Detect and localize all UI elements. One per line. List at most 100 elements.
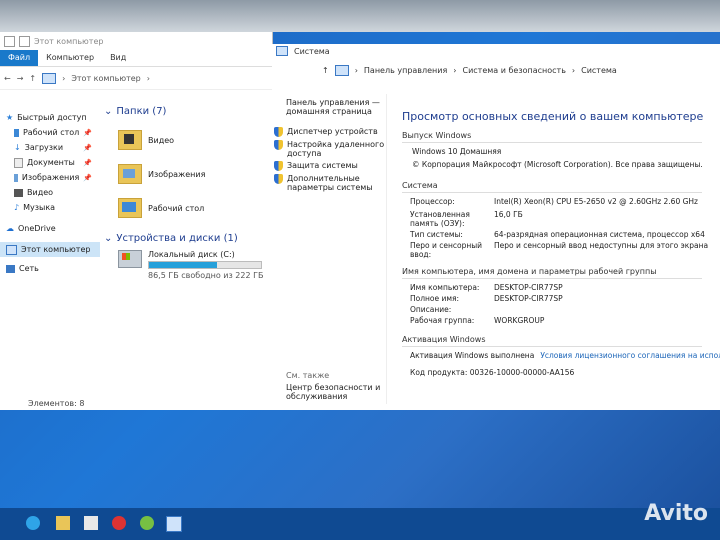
breadcrumb-system-security[interactable]: Система и безопасность: [463, 66, 566, 75]
music-icon: ♪: [14, 203, 20, 212]
address-path: Этот компьютер: [71, 73, 141, 83]
folder-images[interactable]: Изображения: [118, 157, 270, 191]
computer-name-header: Имя компьютера, имя домена и параметры р…: [402, 267, 702, 279]
info-row-full-name: Полное имя: DESKTOP-CIR77SP: [410, 294, 720, 305]
system-title: Система: [294, 46, 330, 56]
folder-desktop[interactable]: Рабочий стол: [118, 191, 270, 225]
address-chevron-icon: ›: [62, 73, 66, 83]
nav-label: Этот компьютер: [21, 245, 91, 254]
row-key: Имя компьютера:: [410, 283, 480, 292]
row-value: 16,0 ГБ: [494, 210, 523, 219]
drive-label: Локальный диск (C:): [148, 250, 235, 259]
windows-drive-icon: [118, 250, 142, 268]
explorer-content: ⌄ Папки (7) Видео Изображения Рабочий ст…: [104, 102, 270, 280]
link-label: Защита системы: [287, 161, 358, 170]
system-address-bar[interactable]: ↑ › Панель управления › Система и безопа…: [272, 58, 720, 82]
shield-icon: [274, 161, 283, 171]
advanced-settings-link[interactable]: Дополнительные параметры системы: [272, 171, 386, 192]
folder-icon[interactable]: [56, 516, 70, 530]
nav-label: Видео: [27, 188, 54, 197]
row-value: DESKTOP-CIR77SP: [494, 294, 563, 303]
quick-access-checkbox-icon[interactable]: [4, 35, 15, 47]
activation-row: Активация Windows выполнена Условия лице…: [410, 351, 720, 362]
product-key-row: Код продукта: 00326-10000-00000-AA156: [410, 368, 720, 379]
screen-bezel: [0, 0, 720, 32]
devices-group-header[interactable]: ⌄ Устройства и диски (1): [104, 233, 270, 244]
nav-item-onedrive[interactable]: ☁ OneDrive: [0, 221, 100, 236]
remote-settings-link[interactable]: Настройка удаленного доступа: [272, 137, 386, 158]
drive-c[interactable]: Локальный диск (C:) 86,5 ГБ свободно из …: [118, 250, 270, 280]
forward-arrow-icon[interactable]: →: [17, 74, 24, 83]
device-manager-link[interactable]: Диспетчер устройств: [272, 124, 386, 137]
pin-icon: 📌: [83, 128, 92, 137]
explorer-title: Этот компьютер: [34, 36, 104, 46]
breadcrumb-control-panel[interactable]: Панель управления: [364, 66, 447, 75]
video-icon: [14, 188, 23, 197]
images-folder-icon: [118, 164, 142, 184]
pin-icon: 📌: [83, 173, 92, 182]
product-key: Код продукта: 00326-10000-00000-AA156: [410, 368, 575, 377]
mail-icon[interactable]: [84, 516, 98, 530]
drive-usage-fill: [149, 262, 218, 268]
nav-label: Сеть: [19, 264, 39, 273]
chevron-down-icon: ⌄: [104, 233, 113, 244]
properties-icon[interactable]: [19, 35, 30, 47]
nav-label: Музыка: [23, 203, 56, 212]
system-protection-link[interactable]: Защита системы: [272, 158, 386, 171]
folders-group-header[interactable]: ⌄ Папки (7): [104, 106, 270, 117]
video-folder-icon: [118, 130, 142, 150]
nav-item-images[interactable]: Изображения 📌: [0, 170, 100, 185]
download-icon: ↓: [14, 143, 21, 152]
ribbon-tab-file[interactable]: Файл: [0, 50, 39, 66]
folder-video[interactable]: Видео: [118, 123, 270, 157]
nav-item-documents[interactable]: Документы 📌: [0, 155, 100, 170]
ribbon-tab-view[interactable]: Вид: [102, 50, 134, 66]
shield-icon: [274, 127, 283, 137]
ribbon-tab-computer[interactable]: Компьютер: [38, 50, 102, 66]
info-row-computer-name: Имя компьютера: DESKTOP-CIR77SP: [410, 283, 720, 294]
nav-item-video[interactable]: Видео: [0, 185, 100, 200]
row-key: Перо и сенсорный ввод:: [410, 241, 483, 259]
chevron-down-icon: ⌄: [104, 106, 113, 117]
explorer-address-bar[interactable]: ← → ↑ › Этот компьютер ›: [0, 67, 272, 90]
up-arrow-icon[interactable]: ↑: [322, 66, 329, 75]
desktop-folder-icon: [118, 198, 142, 218]
navigation-pane: ★ Быстрый доступ Рабочий стол 📌 ↓ Загруз…: [0, 102, 100, 402]
activation-header: Активация Windows: [402, 335, 702, 347]
utorrent-icon[interactable]: [140, 516, 154, 530]
system-details: Просмотр основных сведений о вашем компь…: [396, 94, 720, 379]
copyright-text: © Корпорация Майкрософт (Microsoft Corpo…: [412, 160, 703, 169]
edition-value: Windows 10 Домашняя: [412, 147, 502, 156]
nav-item-quick-access[interactable]: ★ Быстрый доступ: [0, 110, 100, 125]
system-app-icon[interactable]: [166, 516, 182, 532]
nav-item-downloads[interactable]: ↓ Загрузки 📌: [0, 140, 100, 155]
row-value: 64-разрядная операционная система, проце…: [494, 230, 705, 239]
folder-label: Рабочий стол: [148, 203, 205, 213]
drive-free-space: 86,5 ГБ свободно из 222 ГБ: [148, 271, 264, 280]
nav-item-this-pc[interactable]: Этот компьютер: [0, 242, 100, 257]
breadcrumb-system[interactable]: Система: [581, 66, 617, 75]
security-maintenance-link[interactable]: Центр безопасности и обслуживания: [286, 383, 386, 401]
folders-header-label: Папки (7): [116, 106, 167, 117]
nav-item-music[interactable]: ♪ Музыка: [0, 200, 100, 215]
nav-item-desktop[interactable]: Рабочий стол 📌: [0, 125, 100, 140]
drive-usage-bar: [148, 261, 262, 269]
address-chevron-icon: ›: [354, 65, 358, 75]
license-terms-link[interactable]: Условия лицензионного соглашения на испо…: [540, 351, 720, 362]
onedrive-icon: ☁: [6, 224, 14, 233]
edge-icon[interactable]: [26, 516, 40, 530]
folder-label: Видео: [148, 135, 175, 145]
row-key: Процессор:: [410, 197, 455, 206]
up-arrow-icon[interactable]: ↑: [29, 74, 36, 83]
nav-label: Рабочий стол: [22, 128, 80, 137]
system-titlebar: Система: [272, 44, 720, 58]
app-icon[interactable]: [112, 516, 126, 530]
back-arrow-icon[interactable]: ←: [4, 74, 11, 83]
pc-icon: [6, 244, 17, 255]
row-key: Полное имя:: [410, 294, 460, 303]
control-panel-home-link[interactable]: Панель управления — домашняя страница: [272, 94, 386, 116]
nav-item-network[interactable]: Сеть: [0, 261, 100, 276]
control-panel-icon: [334, 64, 349, 76]
images-icon: [14, 173, 18, 182]
row-key: Описание:: [410, 305, 452, 314]
